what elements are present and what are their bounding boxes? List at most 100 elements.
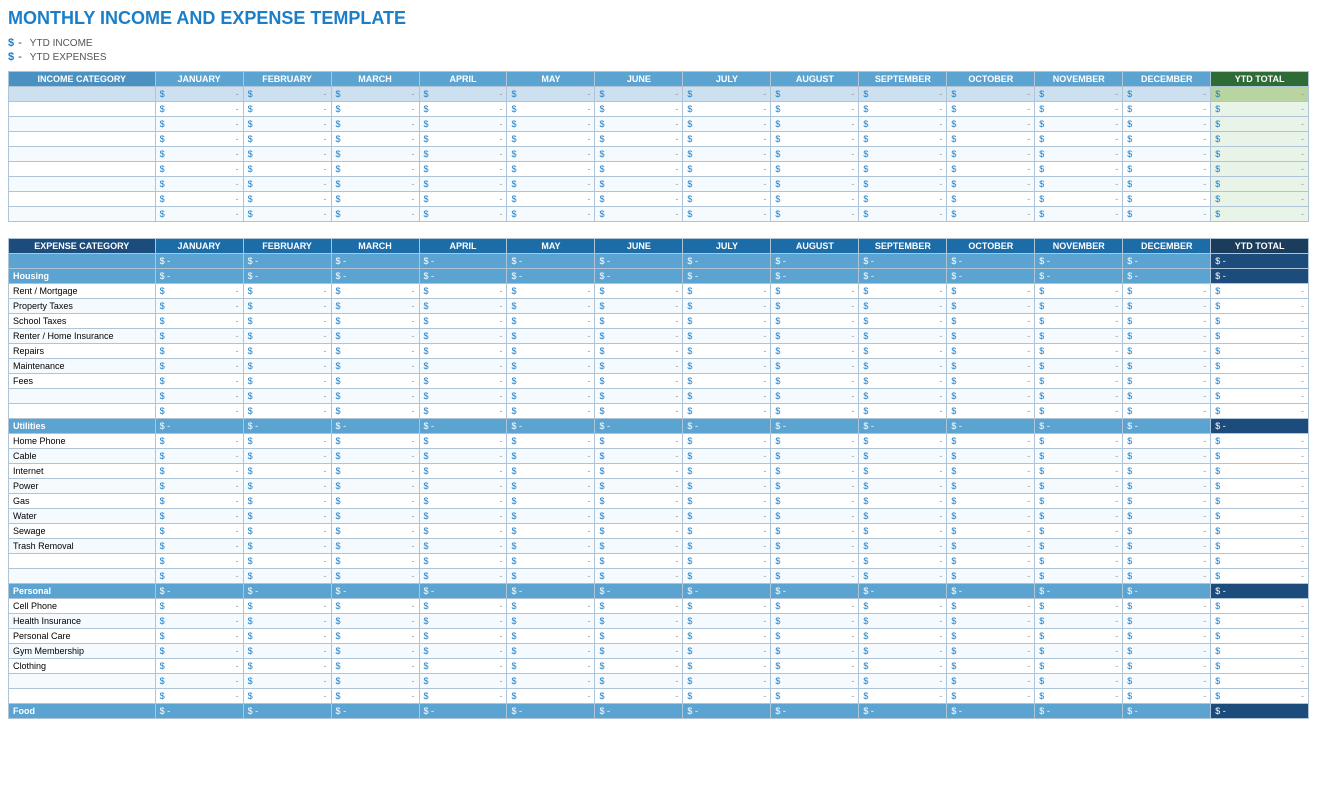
data-cell[interactable]: $ - (595, 359, 683, 374)
data-cell[interactable]: $ - (1035, 494, 1123, 509)
data-cell[interactable]: $ - (243, 434, 331, 449)
data-cell[interactable]: $ - (1211, 207, 1309, 222)
data-cell[interactable]: $ - (683, 509, 771, 524)
data-cell[interactable]: $ - (1123, 117, 1211, 132)
data-cell[interactable]: $ - (1035, 569, 1123, 584)
data-cell[interactable]: $ - (1211, 494, 1309, 509)
data-cell[interactable]: $ - (859, 689, 947, 704)
data-cell[interactable]: $ - (947, 102, 1035, 117)
data-cell[interactable]: $ - (683, 299, 771, 314)
data-cell[interactable]: $ - (683, 329, 771, 344)
data-cell[interactable]: $ - (331, 464, 419, 479)
data-cell[interactable]: $ - (1123, 614, 1211, 629)
data-cell[interactable]: $ - (419, 464, 507, 479)
data-cell[interactable]: $ - (859, 162, 947, 177)
data-cell[interactable]: $ - (1123, 147, 1211, 162)
data-cell[interactable]: $ - (1211, 629, 1309, 644)
data-cell[interactable]: $ - (331, 87, 419, 102)
data-cell[interactable]: $ - (1211, 569, 1309, 584)
data-cell[interactable]: $ - (947, 554, 1035, 569)
data-cell[interactable]: $ - (331, 177, 419, 192)
data-cell[interactable]: $ - (859, 132, 947, 147)
data-cell[interactable]: $ - (1035, 389, 1123, 404)
data-cell[interactable]: $ - (419, 87, 507, 102)
data-cell[interactable]: $ - (947, 509, 1035, 524)
data-cell[interactable]: $ - (1123, 284, 1211, 299)
data-cell[interactable]: $ - (1211, 299, 1309, 314)
data-cell[interactable]: $ - (859, 554, 947, 569)
data-cell[interactable]: $ - (1035, 359, 1123, 374)
data-cell[interactable]: $ - (595, 374, 683, 389)
data-cell[interactable]: $ - (595, 434, 683, 449)
data-cell[interactable]: $ - (419, 494, 507, 509)
data-cell[interactable]: $ - (1211, 644, 1309, 659)
data-cell[interactable]: $ - (947, 299, 1035, 314)
data-cell[interactable]: $ - (771, 177, 859, 192)
data-cell[interactable]: $ - (419, 207, 507, 222)
data-cell[interactable]: $ - (243, 162, 331, 177)
data-cell[interactable]: $ - (507, 192, 595, 207)
data-cell[interactable]: $ - (771, 554, 859, 569)
data-cell[interactable]: $ - (331, 359, 419, 374)
data-cell[interactable]: $ - (1211, 524, 1309, 539)
data-cell[interactable]: $ - (683, 539, 771, 554)
data-cell[interactable]: $ - (771, 359, 859, 374)
data-cell[interactable]: $ - (683, 599, 771, 614)
data-cell[interactable]: $ - (947, 344, 1035, 359)
data-cell[interactable]: $ - (1035, 147, 1123, 162)
data-cell[interactable]: $ - (771, 207, 859, 222)
data-cell[interactable]: $ - (1123, 177, 1211, 192)
data-cell[interactable]: $ - (1211, 374, 1309, 389)
data-cell[interactable]: $ - (419, 554, 507, 569)
data-cell[interactable]: $ - (331, 644, 419, 659)
data-cell[interactable]: $ - (243, 629, 331, 644)
data-cell[interactable]: $ - (859, 299, 947, 314)
data-cell[interactable]: $ - (155, 102, 243, 117)
data-cell[interactable]: $ - (331, 147, 419, 162)
data-cell[interactable]: $ - (243, 614, 331, 629)
data-cell[interactable]: $ - (947, 207, 1035, 222)
data-cell[interactable]: $ - (595, 524, 683, 539)
data-cell[interactable]: $ - (155, 374, 243, 389)
data-cell[interactable]: $ - (1123, 207, 1211, 222)
data-cell[interactable]: $ - (947, 659, 1035, 674)
data-cell[interactable]: $ - (859, 87, 947, 102)
data-cell[interactable]: $ - (947, 674, 1035, 689)
data-cell[interactable]: $ - (595, 599, 683, 614)
data-cell[interactable]: $ - (595, 644, 683, 659)
data-cell[interactable]: $ - (419, 449, 507, 464)
data-cell[interactable]: $ - (331, 132, 419, 147)
data-cell[interactable]: $ - (683, 132, 771, 147)
data-cell[interactable]: $ - (419, 614, 507, 629)
data-cell[interactable]: $ - (1035, 299, 1123, 314)
data-cell[interactable]: $ - (771, 87, 859, 102)
data-cell[interactable]: $ - (1211, 329, 1309, 344)
data-cell[interactable]: $ - (155, 659, 243, 674)
data-cell[interactable]: $ - (1211, 162, 1309, 177)
data-cell[interactable]: $ - (595, 389, 683, 404)
data-cell[interactable]: $ - (683, 359, 771, 374)
data-cell[interactable]: $ - (1123, 674, 1211, 689)
data-cell[interactable]: $ - (155, 539, 243, 554)
data-cell[interactable]: $ - (1035, 374, 1123, 389)
data-cell[interactable]: $ - (1035, 674, 1123, 689)
data-cell[interactable]: $ - (419, 177, 507, 192)
data-cell[interactable]: $ - (859, 117, 947, 132)
data-cell[interactable]: $ - (947, 569, 1035, 584)
data-cell[interactable]: $ - (771, 299, 859, 314)
data-cell[interactable]: $ - (1211, 689, 1309, 704)
data-cell[interactable]: $ - (859, 389, 947, 404)
data-cell[interactable]: $ - (1035, 659, 1123, 674)
data-cell[interactable]: $ - (331, 659, 419, 674)
data-cell[interactable]: $ - (771, 162, 859, 177)
data-cell[interactable]: $ - (771, 374, 859, 389)
data-cell[interactable]: $ - (419, 132, 507, 147)
data-cell[interactable]: $ - (419, 329, 507, 344)
data-cell[interactable]: $ - (1123, 374, 1211, 389)
data-cell[interactable]: $ - (155, 389, 243, 404)
data-cell[interactable]: $ - (859, 569, 947, 584)
data-cell[interactable]: $ - (507, 299, 595, 314)
data-cell[interactable]: $ - (683, 344, 771, 359)
data-cell[interactable]: $ - (683, 629, 771, 644)
data-cell[interactable]: $ - (771, 509, 859, 524)
